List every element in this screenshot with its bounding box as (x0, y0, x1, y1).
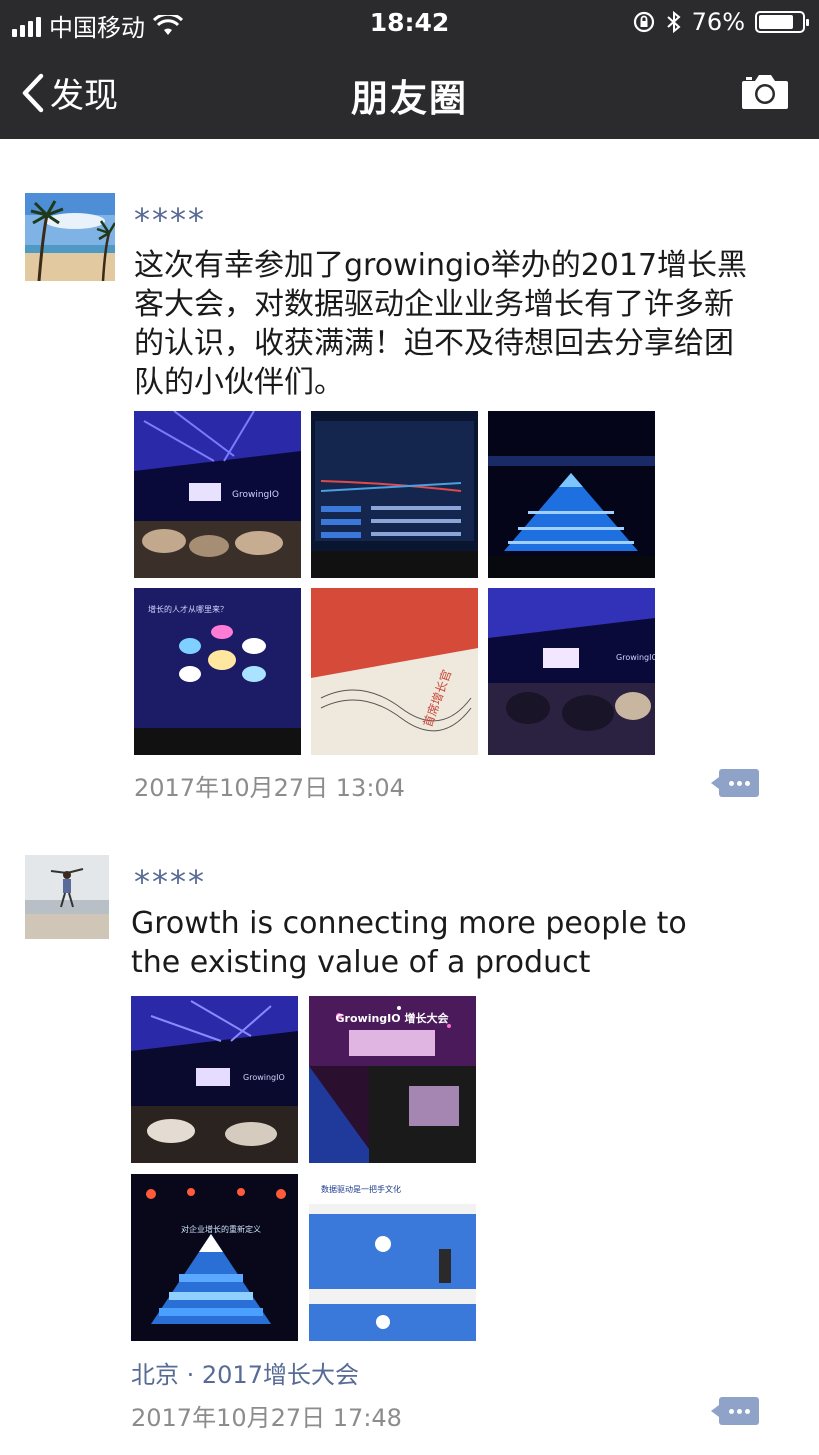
moment-post: **** 这次有幸参加了growingio举办的2017增长黑客大会，对数据驱动… (0, 139, 819, 829)
photo-thumbnail[interactable]: GrowingIO (131, 996, 298, 1163)
photo-caption: GrowingIO (616, 653, 655, 662)
photo-thumbnail[interactable]: GrowingIO 增长大会 (309, 996, 476, 1163)
comment-icon[interactable] (711, 769, 759, 797)
photo-thumbnail[interactable]: 首席增长官 (311, 588, 478, 755)
camera-button[interactable] (741, 72, 789, 114)
post-nickname[interactable]: **** (134, 863, 206, 901)
battery-icon (755, 11, 809, 33)
photo-caption: 数据驱动是一把手文化 (321, 1184, 401, 1194)
photo-thumbnail[interactable]: GrowingIO (488, 588, 655, 755)
photo-caption: GrowingIO (243, 1073, 285, 1082)
photo-thumbnail[interactable]: GrowingIO (134, 411, 301, 578)
post-text: Growth is connecting more people to the … (131, 906, 687, 980)
battery-percent: 76% (691, 8, 745, 36)
status-bar-right: 76% (632, 8, 809, 36)
photo-caption: 增长的人才从哪里来？ (148, 604, 228, 614)
page-title: 朋友圈 (351, 77, 468, 120)
bluetooth-icon (666, 10, 681, 34)
photo-caption: GrowingIO 增长大会 (336, 1011, 450, 1025)
photo-caption: GrowingIO (232, 490, 279, 500)
photo-thumbnail[interactable]: 数据驱动是一把手文化 (309, 1174, 476, 1341)
rotation-lock-icon (633, 11, 654, 33)
comment-icon[interactable] (711, 1397, 759, 1425)
post-text: 这次有幸参加了growingio举办的2017增长黑客大会，对数据驱动企业业务增… (134, 248, 748, 400)
photo-thumbnail[interactable]: 对企业增长的重新定义 (131, 1174, 298, 1341)
photo-thumbnail[interactable] (311, 411, 478, 578)
avatar[interactable] (25, 855, 109, 939)
photo-thumbnail[interactable] (488, 411, 655, 578)
post-nickname[interactable]: **** (134, 201, 206, 239)
avatar[interactable] (25, 193, 115, 281)
photo-caption: 对企业增长的重新定义 (181, 1224, 261, 1234)
post-timestamp: 2017年10月27日 17:48 (131, 1404, 402, 1432)
post-timestamp: 2017年10月27日 13:04 (134, 774, 405, 802)
nav-bar: 发现 朋友圈 (0, 46, 819, 139)
moment-post: **** Growth is connecting more people to… (0, 829, 819, 1455)
photo-thumbnail[interactable]: 增长的人才从哪里来？ (134, 588, 301, 755)
post-location[interactable]: 北京 · 2017增长大会 (131, 1355, 359, 1390)
status-bar: 中国移动 18:42 76% (0, 0, 819, 46)
camera-icon (742, 75, 788, 109)
